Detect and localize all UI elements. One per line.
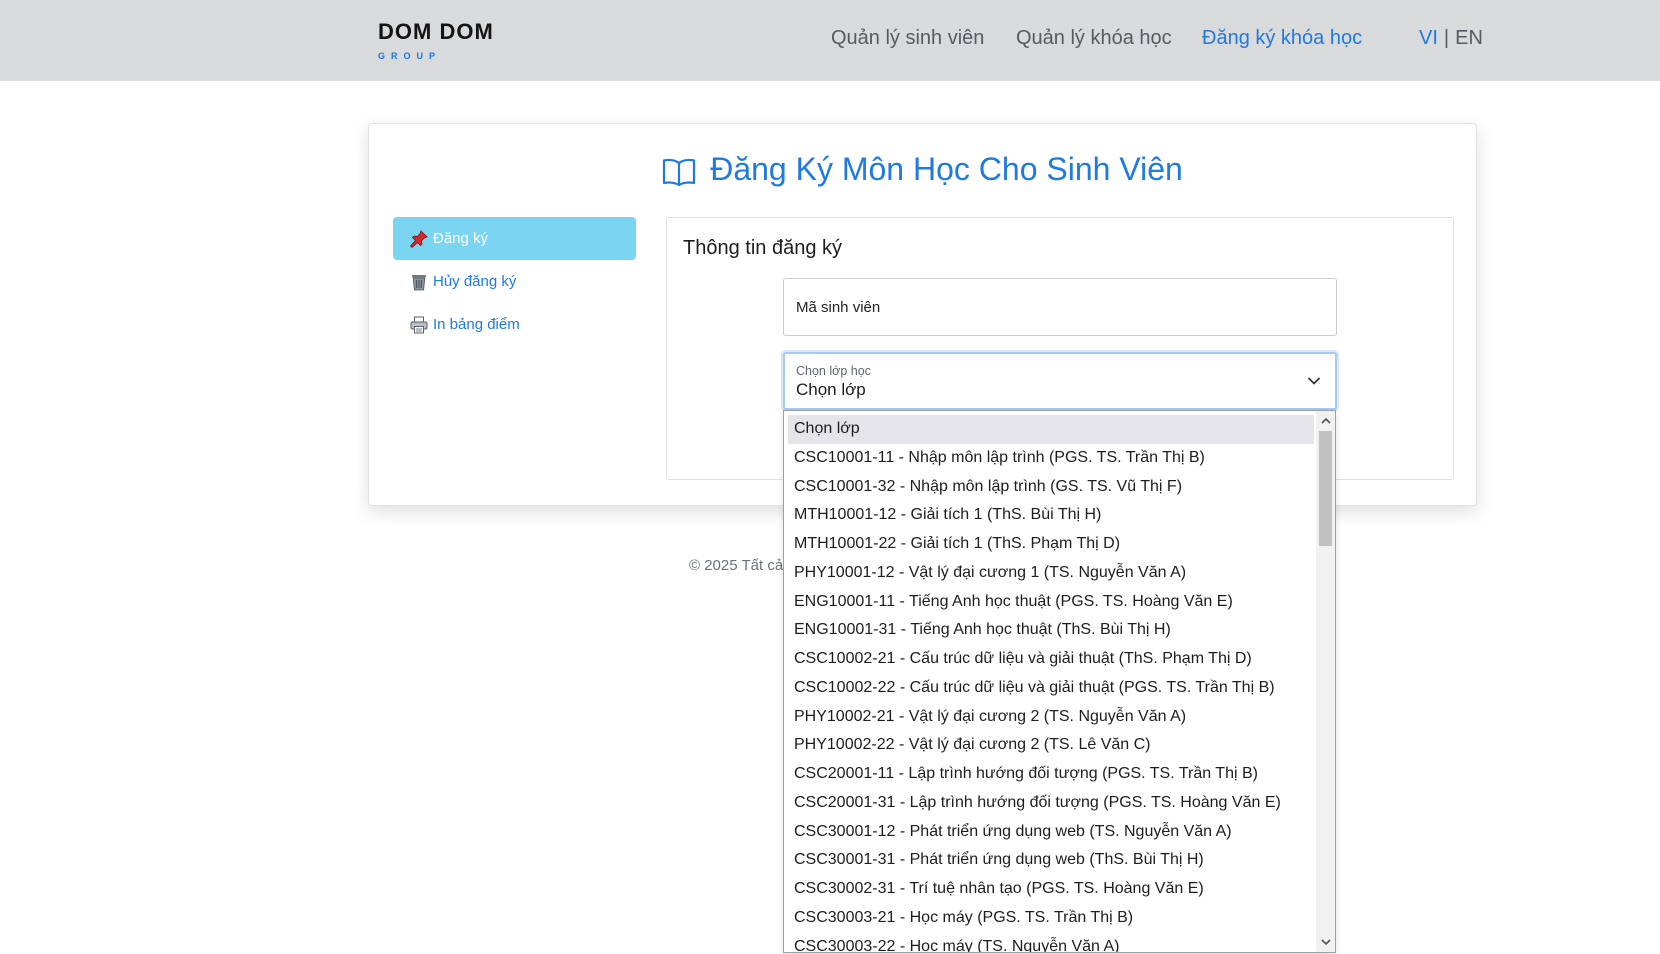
nav-course-registration[interactable]: Đăng ký khóa học xyxy=(1202,27,1362,50)
trash-icon xyxy=(409,272,429,292)
page-title-text: Đăng Ký Môn Học Cho Sinh Viên xyxy=(710,151,1183,187)
scrollbar-thumb[interactable] xyxy=(1319,431,1332,546)
pushpin-icon xyxy=(409,229,429,249)
open-book-icon xyxy=(663,158,696,187)
class-options-list: Chọn lớp CSC10001-11 - Nhập môn lập trình… xyxy=(788,415,1314,953)
sidebar-item-print-transcript[interactable]: In bảng điểm xyxy=(393,303,636,346)
class-option[interactable]: CSC30003-22 - Học máy (TS. Nguyễn Văn A) xyxy=(788,933,1314,953)
page-title: Đăng Ký Môn Học Cho Sinh Viên xyxy=(369,151,1476,188)
top-navbar: DOM DOM GROUP Quản lý sinh viên Quản lý … xyxy=(0,0,1660,81)
class-option[interactable]: MTH10001-12 - Giải tích 1 (ThS. Bùi Thị … xyxy=(788,501,1314,530)
class-option[interactable]: PHY10001-12 - Vật lý đại cương 1 (TS. Ng… xyxy=(788,559,1314,588)
scroll-down-icon[interactable] xyxy=(1316,934,1335,950)
class-option[interactable]: CSC20001-11 - Lập trình hướng đối tượng … xyxy=(788,760,1314,789)
sidebar-item-label: Đăng ký xyxy=(433,230,489,247)
brand-subtitle: GROUP xyxy=(378,51,442,61)
lang-vi[interactable]: VI xyxy=(1419,27,1438,49)
class-option[interactable]: ENG10001-31 - Tiếng Anh học thuật (ThS. … xyxy=(788,616,1314,645)
class-option[interactable]: CSC30003-21 - Học máy (PGS. TS. Trần Thị… xyxy=(788,904,1314,933)
nav-student-management[interactable]: Quản lý sinh viên xyxy=(831,27,984,50)
student-id-input[interactable] xyxy=(784,279,1336,335)
language-switcher: VI | EN xyxy=(1419,27,1483,50)
chevron-down-icon xyxy=(1307,374,1321,393)
lang-en[interactable]: EN xyxy=(1455,27,1483,49)
class-option[interactable]: CSC10001-11 - Nhập môn lập trình (PGS. T… xyxy=(788,444,1314,473)
student-id-field xyxy=(783,278,1337,336)
class-option[interactable]: CSC10002-21 - Cấu trúc dữ liệu và giải t… xyxy=(788,645,1314,674)
class-option[interactable]: CSC30002-31 - Trí tuệ nhân tạo (PGS. TS.… xyxy=(788,875,1314,904)
sidebar-nav: Đăng ký Hủy đăng ký In bảng điểm xyxy=(393,217,636,346)
class-option[interactable]: ENG10001-11 - Tiếng Anh học thuật (PGS. … xyxy=(788,588,1314,617)
class-option[interactable]: CSC10002-22 - Cấu trúc dữ liệu và giải t… xyxy=(788,674,1314,703)
printer-icon xyxy=(409,315,429,335)
lang-separator: | xyxy=(1443,27,1450,49)
sidebar-item-register[interactable]: Đăng ký xyxy=(393,217,636,260)
class-option[interactable]: CSC30001-12 - Phát triển ứng dụng web (T… xyxy=(788,818,1314,847)
class-options-dropdown[interactable]: Chọn lớp CSC10001-11 - Nhập môn lập trình… xyxy=(783,410,1336,953)
class-select-value: Chọn lớp xyxy=(796,380,866,399)
class-select[interactable]: Chọn lớp học Chọn lớp xyxy=(783,352,1337,410)
sidebar-item-unregister[interactable]: Hủy đăng ký xyxy=(393,260,636,303)
dropdown-scrollbar[interactable] xyxy=(1316,411,1335,952)
sidebar-item-label: In bảng điểm xyxy=(433,316,520,333)
footer-copyright: © 2025 Tất cả xyxy=(689,557,784,574)
class-option[interactable]: PHY10002-22 - Vật lý đại cương 2 (TS. Lê… xyxy=(788,731,1314,760)
class-option[interactable]: PHY10002-21 - Vật lý đại cương 2 (TS. Ng… xyxy=(788,703,1314,732)
class-option[interactable]: Chọn lớp xyxy=(788,415,1314,444)
nav-course-management[interactable]: Quản lý khóa học xyxy=(1016,27,1172,50)
form-title: Thông tin đăng ký xyxy=(683,237,842,259)
brand-name: DOM DOM xyxy=(378,19,494,44)
class-select-label: Chọn lớp học xyxy=(796,364,871,378)
class-option[interactable]: MTH10001-22 - Giải tích 1 (ThS. Phạm Thị… xyxy=(788,530,1314,559)
class-option[interactable]: CSC20001-31 - Lập trình hướng đối tượng … xyxy=(788,789,1314,818)
sidebar-item-label: Hủy đăng ký xyxy=(433,273,517,290)
brand-logo[interactable]: DOM DOM GROUP xyxy=(378,19,494,61)
scroll-up-icon[interactable] xyxy=(1316,413,1335,429)
class-option[interactable]: CSC30001-31 - Phát triển ứng dụng web (T… xyxy=(788,846,1314,875)
class-option[interactable]: CSC10001-32 - Nhập môn lập trình (GS. TS… xyxy=(788,473,1314,502)
